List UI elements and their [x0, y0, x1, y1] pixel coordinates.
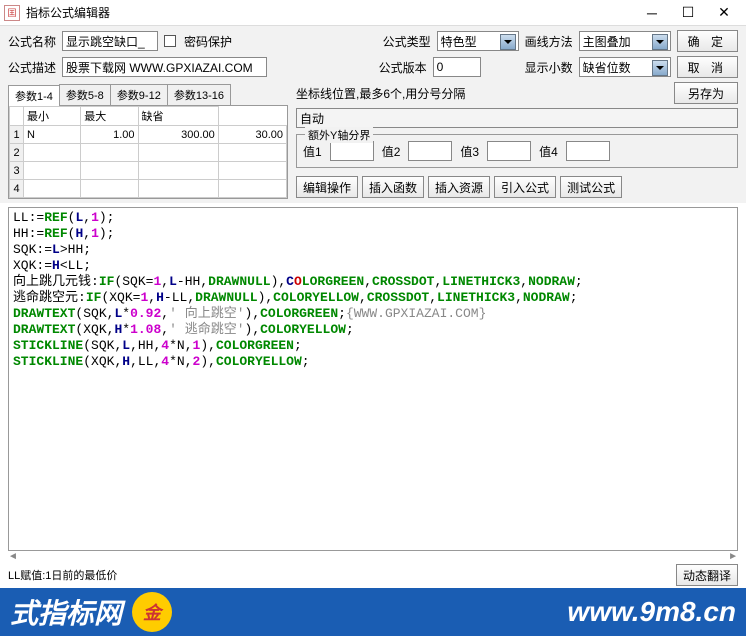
coord-input[interactable] — [296, 108, 738, 128]
insert-res-button[interactable]: 插入资源 — [428, 176, 490, 198]
param-header: 缺省 — [138, 107, 218, 126]
scroll-right-icon[interactable]: ► — [728, 551, 738, 562]
extra-y-fieldset: 额外Y轴分界 值1值2值3值4 — [296, 134, 738, 168]
banner-logo-icon: 金 — [132, 592, 172, 632]
app-icon: 囯 — [4, 5, 20, 21]
code-line[interactable]: DRAWTEXT(SQK,L*0.92,' 向上跳空'),COLORGREEN;… — [13, 306, 733, 322]
banner: 式指标网 金 www.9m8.cn — [0, 588, 746, 636]
param-row[interactable]: 3 — [10, 162, 287, 180]
param-tab-4[interactable]: 参数13-16 — [167, 84, 231, 105]
param-header: 最小 — [24, 107, 81, 126]
code-line[interactable]: 逃命跳空元:IF(XQK=1,H-LL,DRAWNULL),COLORYELLO… — [13, 290, 733, 306]
test-button[interactable]: 测试公式 — [560, 176, 622, 198]
extra-y-label-1: 值1 — [303, 143, 322, 160]
extra-y-input-3[interactable] — [487, 141, 531, 161]
param-header: 最大 — [81, 107, 138, 126]
import-button[interactable]: 引入公式 — [494, 176, 556, 198]
name-label: 公式名称 — [8, 33, 56, 50]
extra-y-input-1[interactable] — [330, 141, 374, 161]
param-tab-1[interactable]: 参数1-4 — [8, 85, 60, 106]
banner-url: www.9m8.cn — [567, 596, 736, 628]
param-tab-2[interactable]: 参数5-8 — [59, 84, 111, 105]
code-line[interactable]: HH:=REF(H,1); — [13, 226, 733, 242]
version-input[interactable] — [433, 57, 481, 77]
desc-input[interactable] — [62, 57, 267, 77]
code-line[interactable]: STICKLINE(SQK,L,HH,4*N,1),COLORGREEN; — [13, 338, 733, 354]
parameter-panel: 参数1-4参数5-8参数9-12参数13-16 最小最大缺省 1N1.00300… — [8, 82, 288, 199]
scroll-left-icon[interactable]: ◄ — [8, 551, 18, 562]
extra-y-label-3: 值3 — [460, 143, 479, 160]
insert-func-button[interactable]: 插入函数 — [362, 176, 424, 198]
draw-select[interactable]: 主图叠加 — [579, 31, 671, 51]
desc-label: 公式描述 — [8, 59, 56, 76]
scroll-bar[interactable]: ◄ ► — [0, 551, 746, 562]
ok-button[interactable]: 确 定 — [677, 30, 738, 52]
code-line[interactable]: XQK:=H<LL; — [13, 258, 733, 274]
version-label: 公式版本 — [379, 59, 427, 76]
code-editor[interactable]: LL:=REF(L,1);HH:=REF(H,1);SQK:=L>HH;XQK:… — [8, 207, 738, 551]
code-line[interactable]: SQK:=L>HH; — [13, 242, 733, 258]
banner-text-left: 式指标网 — [10, 592, 122, 632]
saveas-button[interactable]: 另存为 — [674, 82, 738, 104]
password-label: 密码保护 — [184, 33, 232, 50]
param-row[interactable]: 4 — [10, 180, 287, 198]
decimal-select[interactable]: 缺省位数 — [579, 57, 671, 77]
maximize-button[interactable]: ☐ — [670, 1, 706, 25]
param-table[interactable]: 最小最大缺省 1N1.00300.0030.00234 — [9, 106, 287, 198]
code-line[interactable]: 向上跳几元钱:IF(SQK=1,L-HH,DRAWNULL),COLORGREE… — [13, 274, 733, 290]
edit-op-button[interactable]: 编辑操作 — [296, 176, 358, 198]
param-tab-3[interactable]: 参数9-12 — [110, 84, 168, 105]
extra-y-label-2: 值2 — [382, 143, 401, 160]
form-area: 公式名称 密码保护 公式类型 特色型 画线方法 主图叠加 确 定 公式描述 公式… — [0, 26, 746, 203]
name-input[interactable] — [62, 31, 158, 51]
param-row[interactable]: 2 — [10, 144, 287, 162]
extra-y-legend: 额外Y轴分界 — [305, 127, 373, 143]
status-text: LL赋值:1日前的最低价 — [8, 567, 117, 583]
coord-label: 坐标线位置,最多6个,用分号分隔 — [296, 85, 465, 102]
password-checkbox[interactable] — [164, 35, 176, 47]
param-tabs: 参数1-4参数5-8参数9-12参数13-16 — [8, 84, 288, 106]
title-bar: 囯 指标公式编辑器 ─ ☐ ✕ — [0, 0, 746, 26]
auto-translate-button[interactable]: 动态翻译 — [676, 564, 738, 586]
type-select[interactable]: 特色型 — [437, 31, 519, 51]
window-title: 指标公式编辑器 — [26, 4, 634, 21]
code-line[interactable]: STICKLINE(XQK,H,LL,4*N,2),COLORYELLOW; — [13, 354, 733, 370]
extra-y-input-4[interactable] — [566, 141, 610, 161]
param-row[interactable]: 1N1.00300.0030.00 — [10, 126, 287, 144]
code-line[interactable]: DRAWTEXT(XQK,H*1.08,' 逃命跳空'),COLORYELLOW… — [13, 322, 733, 338]
type-label: 公式类型 — [383, 33, 431, 50]
decimal-label: 显示小数 — [525, 59, 573, 76]
minimize-button[interactable]: ─ — [634, 1, 670, 25]
param-header — [10, 107, 24, 126]
extra-y-label-4: 值4 — [539, 143, 558, 160]
close-button[interactable]: ✕ — [706, 1, 742, 25]
extra-y-input-2[interactable] — [408, 141, 452, 161]
cancel-button[interactable]: 取 消 — [677, 56, 738, 78]
draw-label: 画线方法 — [525, 33, 573, 50]
code-line[interactable]: LL:=REF(L,1); — [13, 210, 733, 226]
